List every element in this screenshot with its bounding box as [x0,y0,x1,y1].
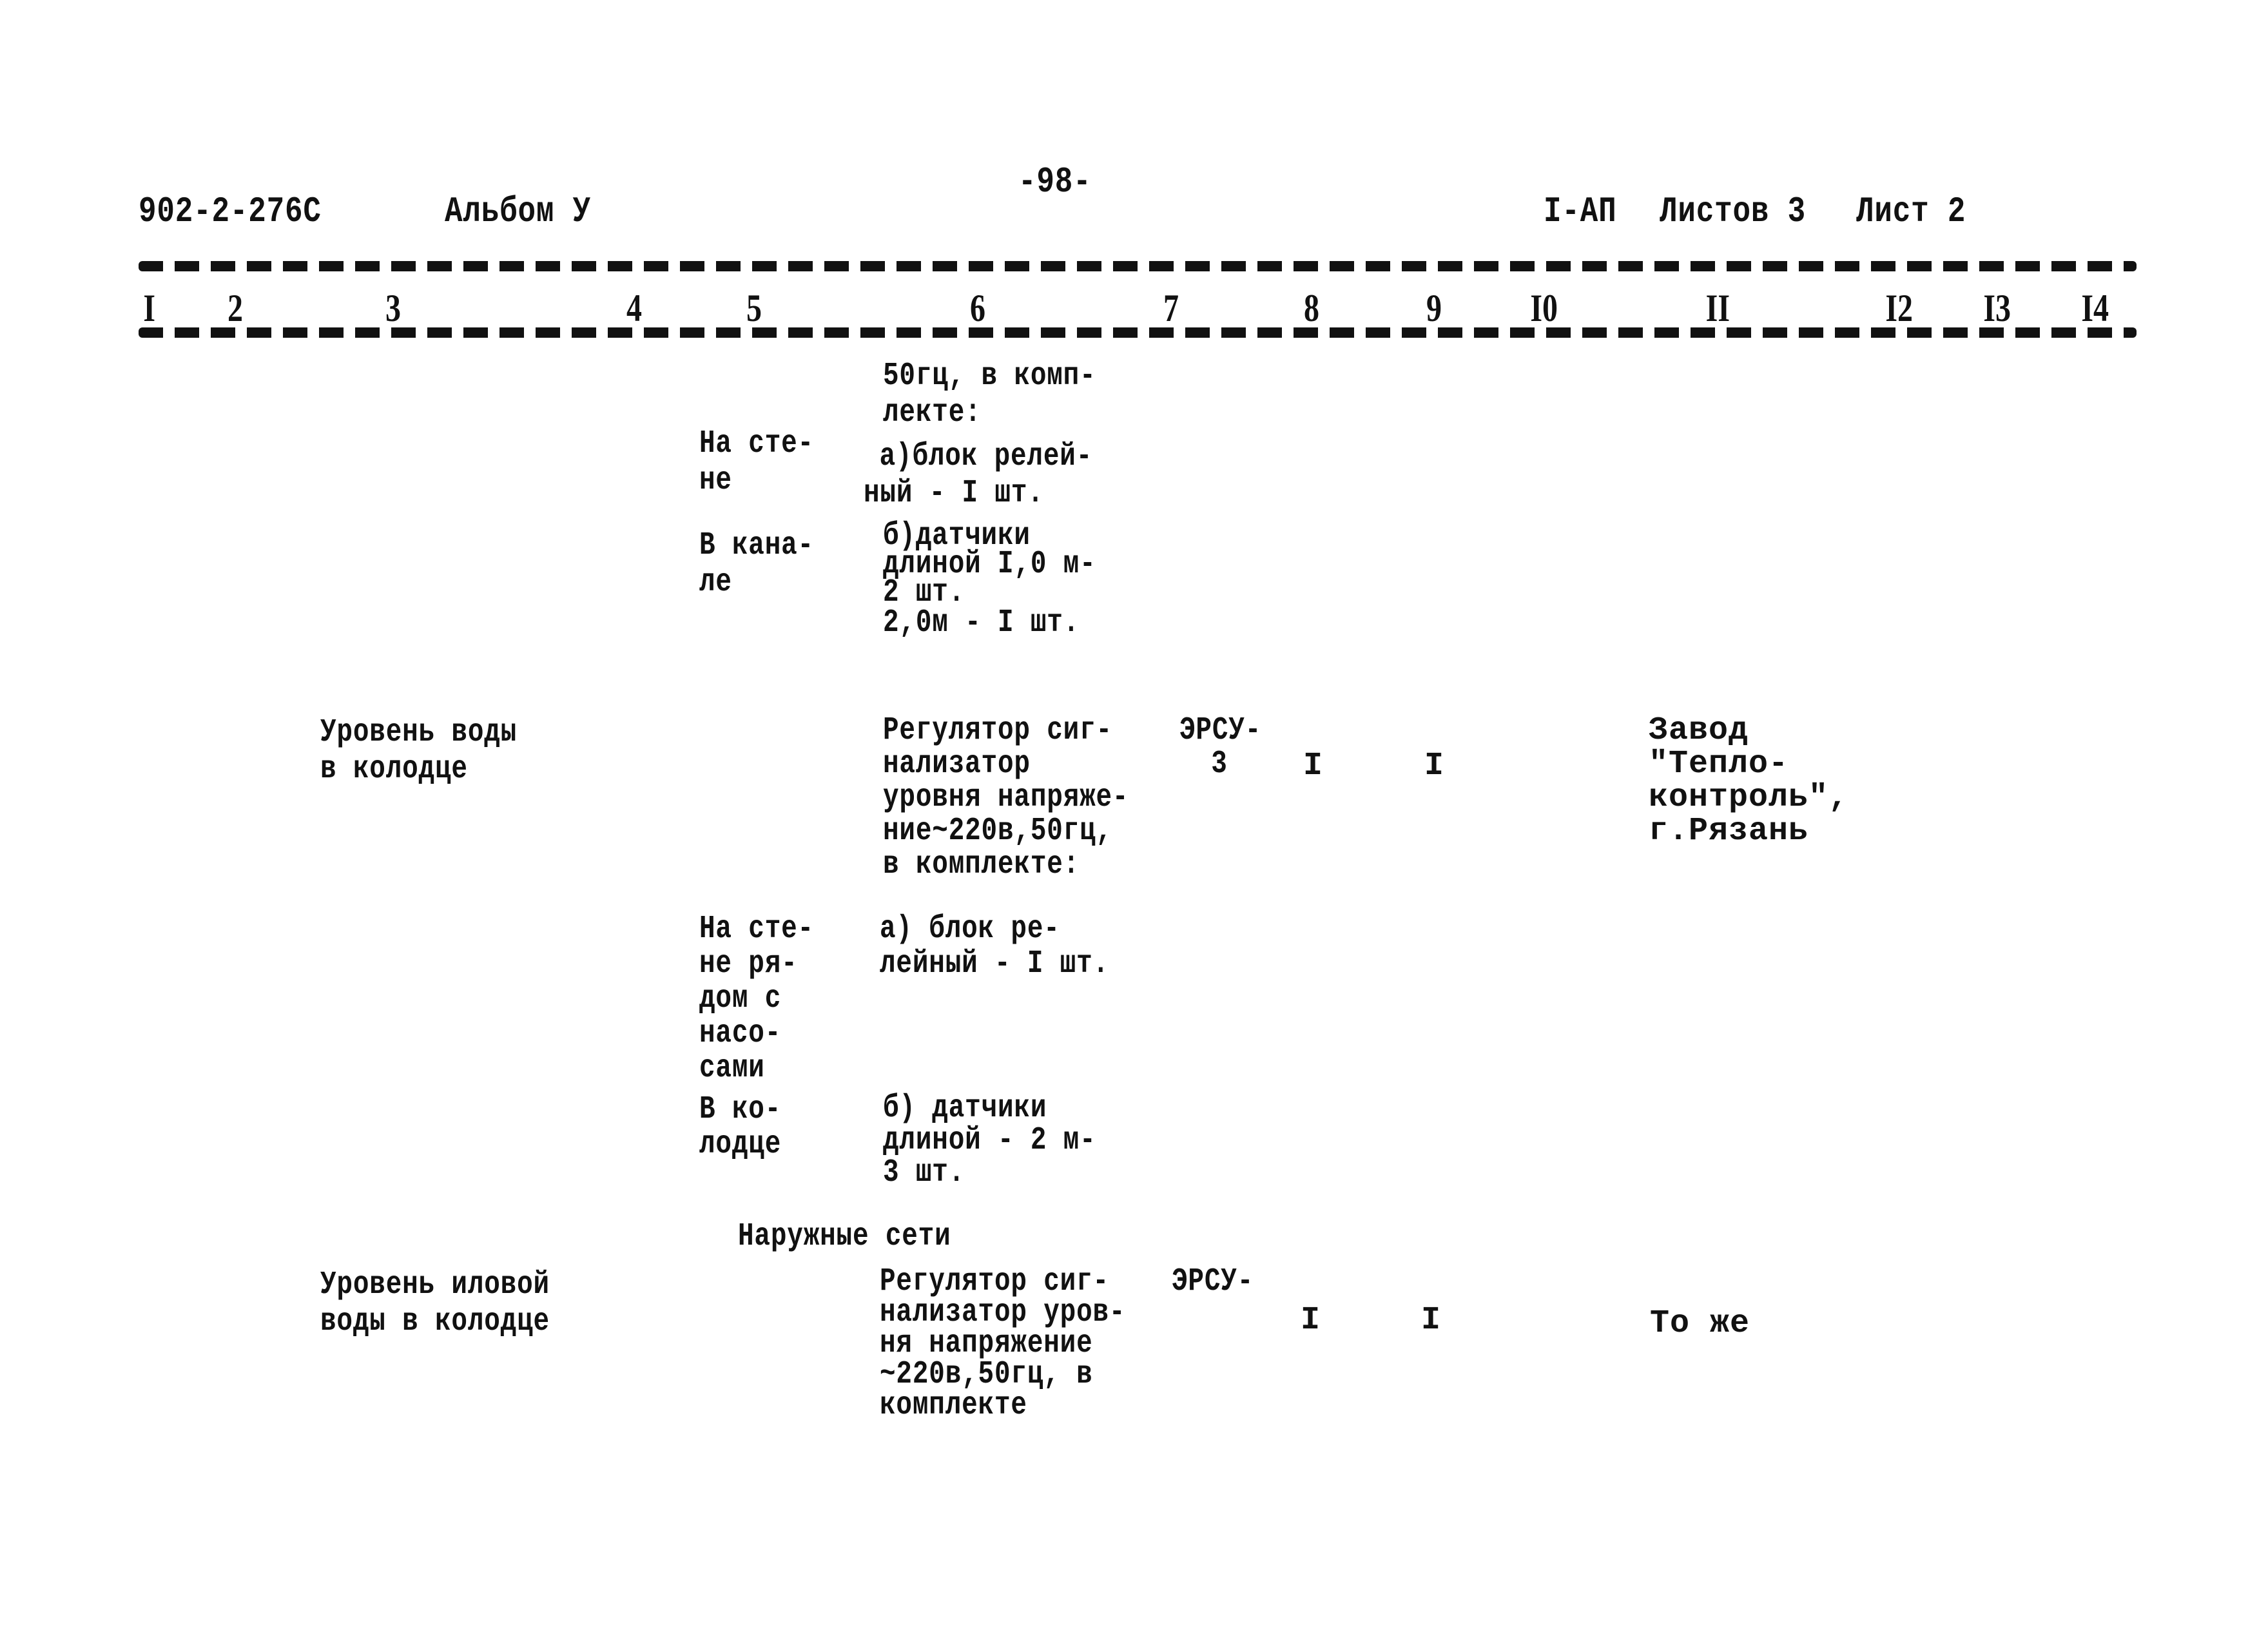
text-line: а)блок релей- [879,438,1093,475]
quantity-col9: I [1421,1302,1442,1339]
text-line: в комплекте: [883,846,1080,883]
text-line: ле [699,564,732,601]
item-location: В кана- ле [699,527,814,601]
column-number: I [142,287,157,329]
text-line: ЭРСУ- [1179,712,1262,749]
text-line: лекте: [883,394,982,431]
column-number: I2 [1884,287,1914,329]
item-location: На сте- не ря- дом с насо- сами [699,912,814,1086]
text-line: "Тепло- [1649,746,1789,782]
text-line: ня напряжение [880,1325,1093,1362]
text-line: 3 шт. [883,1154,965,1191]
column-number: 9 [1425,287,1443,329]
text-line: комплекте [880,1387,1027,1424]
text-line: 3 [1211,746,1228,782]
column-number: I0 [1529,287,1559,329]
device-description: Регулятор сиг- нализатор уров- ня напряж… [880,1263,1126,1424]
text-line: В ко- [699,1091,782,1128]
text-line: лейный - I шт. [880,946,1109,982]
device-type: ЭРСУ- [1172,1263,1254,1300]
text-line: Регулятор сиг- [883,712,1112,749]
item-description: а) блок ре- лейный - I шт. [880,912,1109,982]
text-line: уровня напряже- [883,779,1129,816]
column-number: 3 [384,287,402,329]
album-label: Альбом У [445,191,592,232]
text-line: лодце [699,1126,782,1163]
text-line: воды в колодце [320,1303,550,1340]
page-number: -98- [1018,161,1092,202]
parameter-name: Уровень воды в колодце [320,714,517,788]
text-line: 2,0м - I шт. [883,605,1080,641]
quantity-col8: I [1303,748,1324,784]
document-code: 902-2-276С [139,191,322,232]
column-number: 4 [625,287,643,329]
text-line: дом с [699,980,782,1017]
text-line: в колодце [320,751,468,788]
text-line: насо- [699,1015,782,1052]
column-number: 8 [1303,287,1321,329]
text-line: 50гц, в комп- [883,358,1096,394]
text-line: нализатор [883,746,1031,782]
section-code: I-АП [1544,191,1617,232]
device-type: ЭРСУ- 3 [1179,714,1261,781]
manufacturer: Завод "Тепло- контроль", г.Рязань [1649,714,1848,848]
text-line: длиной - 2 м- [883,1122,1096,1159]
item-location: В ко- лодце [699,1093,781,1162]
text-line: не [699,462,732,499]
text-line: Уровень иловой [320,1267,550,1303]
text-line: В кана- [699,527,814,564]
parameter-name: Уровень иловой воды в колодце [320,1267,550,1340]
column-number: 2 [226,287,244,329]
quantity-col9: I [1424,748,1445,784]
sheet-number: Лист 2 [1856,191,1966,232]
item-description: б) датчики длиной - 2 м- 3 шт. [883,1093,1096,1189]
column-number: II [1705,287,1731,329]
item-description: а)блок релей- ный - I шт. [864,438,1092,512]
text-line: не ря- [699,946,798,982]
text-line: ЭРСУ- [1172,1263,1254,1300]
quantity-col8: I [1301,1302,1321,1339]
item-location: На сте- не [699,425,814,499]
text-line: Завод [1649,712,1749,749]
text-line: ние~220в,50гц, [883,813,1112,850]
text-line: ~220в,50гц, в [880,1356,1093,1393]
column-number: 5 [745,287,763,329]
column-number: I3 [1982,287,2012,329]
sheets-total: Листов 3 [1660,191,1807,232]
item-description: б)датчики длиной I,0 м- 2 шт. 2,0м - I ш… [883,520,1096,641]
continuation-description: 50гц, в комп- лекте: [883,358,1096,431]
column-number: 7 [1162,287,1180,329]
text-line: 2 шт. [883,574,965,611]
text-line: Уровень воды [320,714,518,751]
text-line: На сте- [699,425,814,462]
column-number: 6 [969,287,987,329]
section-title: Наружные сети [738,1218,951,1255]
text-line: Регулятор сиг- [880,1263,1109,1300]
manufacturer: То же [1650,1305,1750,1342]
text-line: На сте- [699,911,814,947]
text-line: ный - I шт. [864,475,1044,512]
text-line: а) блок ре- [880,911,1060,947]
text-line: сами [699,1050,765,1087]
column-header-divider [139,327,2137,338]
column-number: I4 [2080,287,2110,329]
text-line: контроль", [1649,779,1849,816]
text-line: нализатор уров- [880,1294,1126,1331]
text-line: г.Рязань [1649,813,1809,850]
device-description: Регулятор сиг- нализатор уровня напряже-… [883,714,1129,882]
text-line: б) датчики [883,1090,1047,1127]
header-divider [139,261,2137,271]
